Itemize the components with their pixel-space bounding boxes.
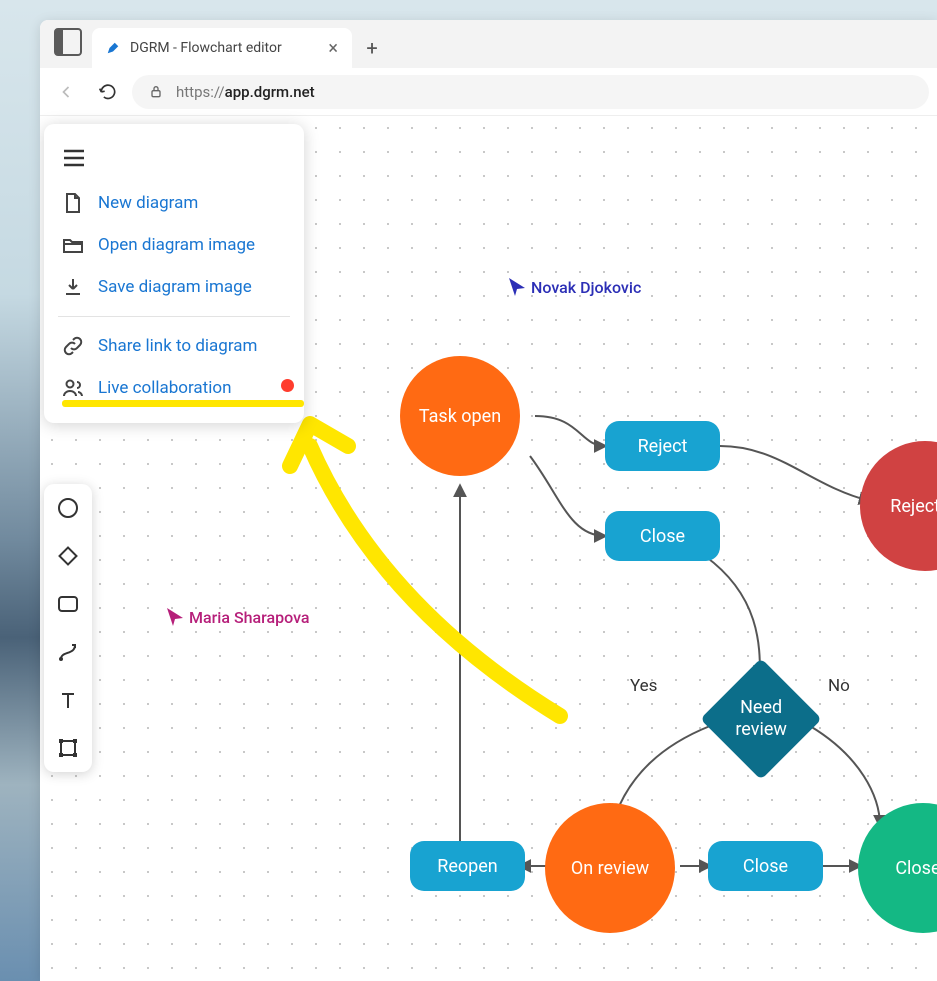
browser-window: DGRM - Flowchart editor × + https://app.… [40, 20, 937, 981]
main-menu-panel: New diagram Open diagram image Save diag… [44, 124, 304, 423]
new-tab-button[interactable]: + [352, 28, 392, 68]
node-label: Close [743, 856, 788, 877]
addressbar-row: https://app.dgrm.net [40, 68, 937, 116]
menu-item-share-link[interactable]: Share link to diagram [44, 325, 304, 367]
circle-icon [57, 497, 79, 519]
tab-title: DGRM - Flowchart editor [130, 40, 318, 56]
collaborator-cursor-novak: Novak Djokovic [507, 276, 641, 298]
menu-label: Open diagram image [98, 235, 255, 255]
node-close-button-1[interactable]: Close [605, 511, 720, 561]
menu-label: Save diagram image [98, 277, 252, 297]
menu-item-live-collaboration[interactable]: Live collaboration [44, 367, 304, 409]
collaborator-cursor-maria: Maria Sharapova [165, 606, 310, 628]
tool-diamond[interactable] [54, 542, 82, 570]
frame-icon [57, 737, 79, 759]
node-label: On review [571, 858, 649, 879]
cursor-icon [165, 606, 185, 628]
lock-icon [148, 84, 164, 100]
node-label: Closed [895, 858, 937, 879]
tabs-overview-icon[interactable] [54, 28, 82, 56]
menu-label: Live collaboration [98, 378, 231, 398]
hamburger-icon [62, 148, 86, 168]
tool-rectangle[interactable] [54, 590, 82, 618]
connector-icon [57, 641, 79, 663]
tool-text[interactable] [54, 686, 82, 714]
collaborator-name: Maria Sharapova [189, 608, 310, 627]
text-icon [58, 690, 78, 710]
address-bar[interactable]: https://app.dgrm.net [132, 75, 929, 109]
tool-circle[interactable] [54, 494, 82, 522]
diamond-icon [57, 545, 79, 567]
link-icon [62, 335, 84, 357]
node-on-review[interactable]: On review [545, 803, 675, 933]
menu-divider [58, 316, 290, 317]
notification-badge [281, 379, 294, 392]
favicon-pencil-icon [106, 41, 120, 55]
tool-frame[interactable] [54, 734, 82, 762]
edge-label-no: No [828, 676, 850, 696]
people-icon [62, 377, 84, 399]
download-icon [62, 276, 84, 298]
canvas[interactable]: Task open Reject Close Rejected Need rev… [40, 116, 937, 981]
menu-label: Share link to diagram [98, 336, 257, 356]
tool-connector[interactable] [54, 638, 82, 666]
highlight-underline [62, 400, 304, 407]
node-close-button-2[interactable]: Close [708, 841, 823, 891]
tab-close-icon[interactable]: × [328, 38, 338, 59]
node-label: Reopen [437, 856, 498, 877]
browser-titlebar: DGRM - Flowchart editor × + [40, 20, 937, 68]
node-label: Close [640, 526, 685, 547]
node-label: Task open [419, 406, 501, 427]
reload-button[interactable] [90, 74, 126, 110]
node-reject-button[interactable]: Reject [605, 421, 720, 471]
node-task-open[interactable]: Task open [400, 356, 520, 476]
reload-icon [98, 82, 118, 102]
hamburger-button[interactable] [44, 134, 304, 182]
arrow-left-icon [56, 82, 76, 102]
node-label: Rejected [890, 496, 937, 517]
menu-item-open-diagram[interactable]: Open diagram image [44, 224, 304, 266]
back-button[interactable] [48, 74, 84, 110]
edge-label-yes: Yes [630, 676, 657, 696]
browser-tab[interactable]: DGRM - Flowchart editor × [92, 28, 352, 68]
cursor-icon [507, 276, 527, 298]
folder-open-icon [62, 234, 84, 256]
node-label: Need review [735, 697, 787, 740]
node-reopen-button[interactable]: Reopen [410, 841, 525, 891]
url-text: https://app.dgrm.net [176, 83, 315, 101]
document-icon [62, 192, 84, 214]
shapes-toolbar [44, 484, 92, 772]
collaborator-name: Novak Djokovic [531, 278, 641, 297]
node-label: Reject [638, 436, 688, 457]
rectangle-icon [57, 595, 79, 613]
menu-label: New diagram [98, 193, 198, 213]
menu-item-save-diagram[interactable]: Save diagram image [44, 266, 304, 308]
menu-item-new-diagram[interactable]: New diagram [44, 182, 304, 224]
